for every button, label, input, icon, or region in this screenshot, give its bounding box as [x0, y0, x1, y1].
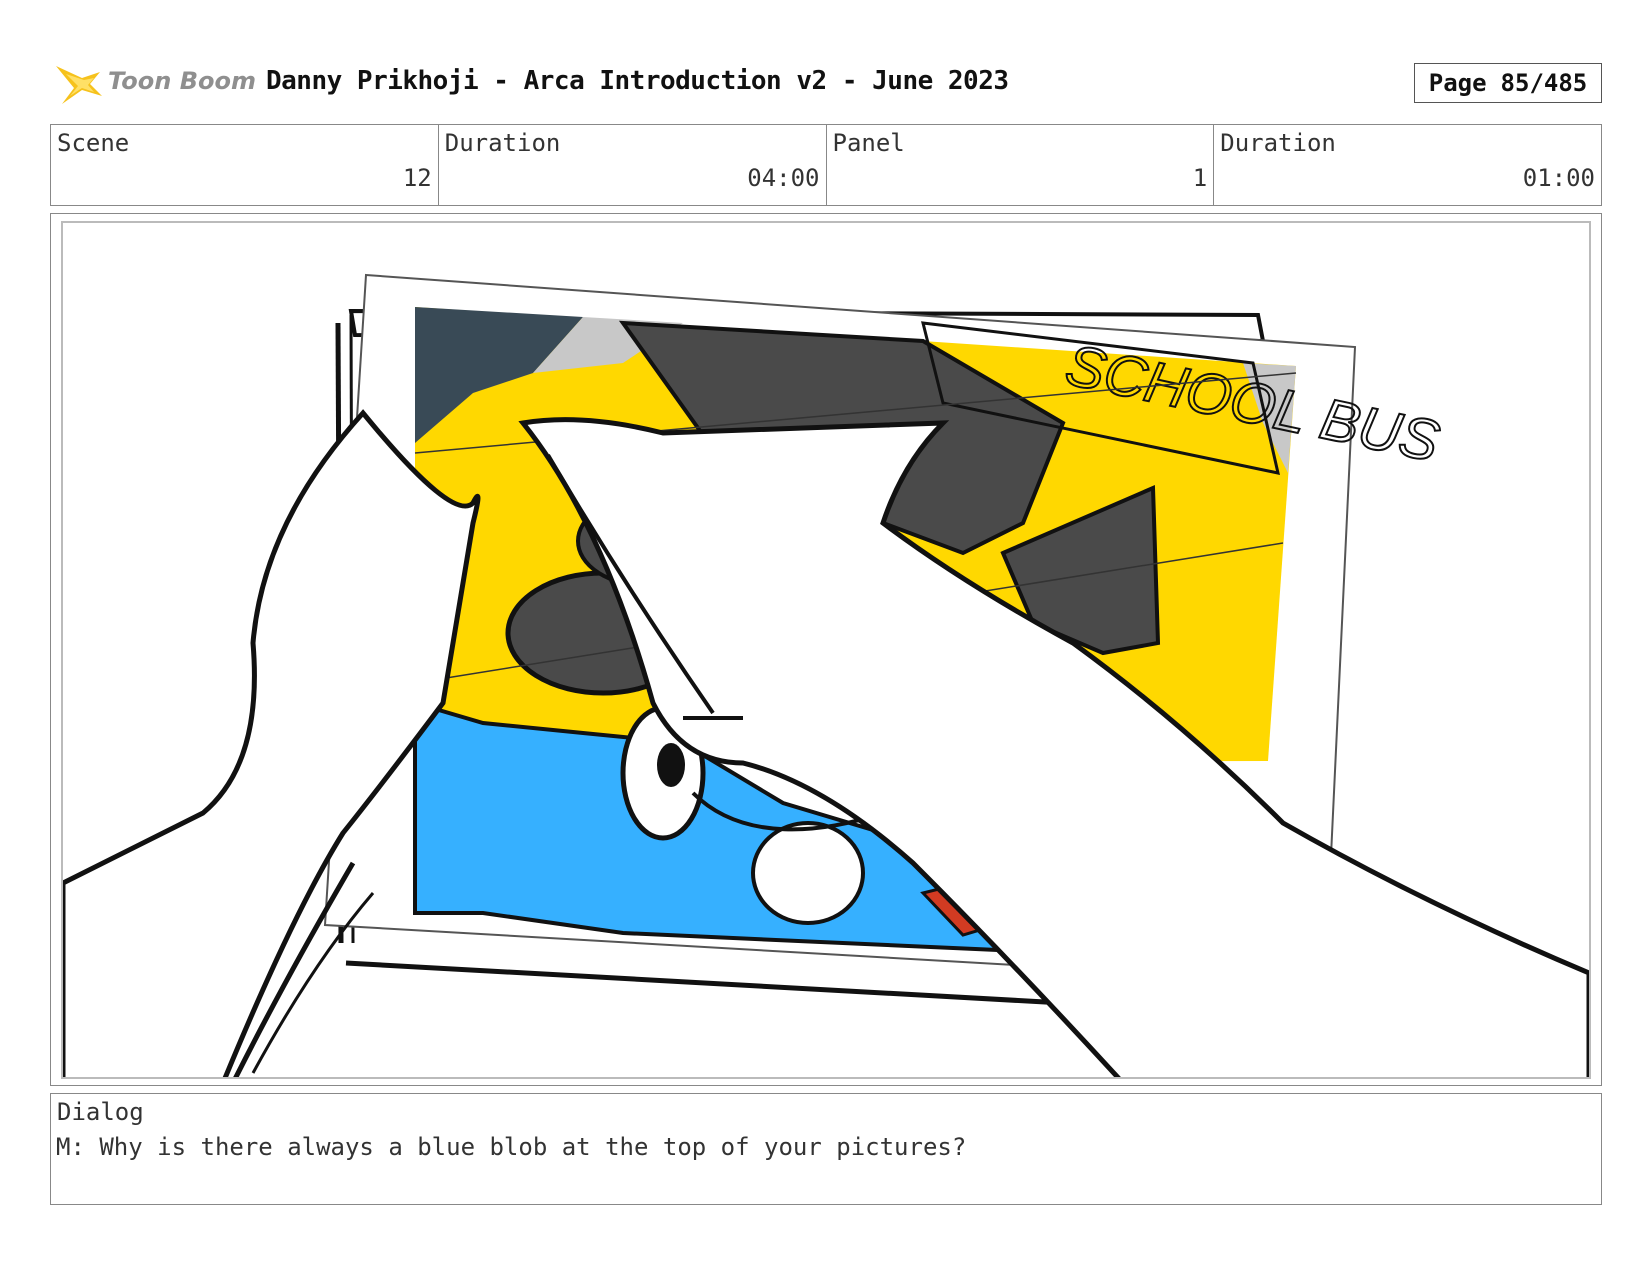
- page-number: 85/485: [1500, 69, 1588, 97]
- scene-duration-cell: Duration 04:00: [439, 125, 827, 205]
- dialog-text: M: Why is there always a blue blob at th…: [56, 1133, 967, 1161]
- scene-duration-value: 04:00: [747, 164, 820, 192]
- toon-boom-logo: Toon Boom: [52, 58, 256, 110]
- scene-cell: Scene 12: [51, 125, 439, 205]
- page-header: Toon Boom Danny Prikhoji - Arca Introduc…: [50, 58, 1602, 110]
- page-label: Page: [1428, 69, 1487, 97]
- logo-text: Toon Boom: [108, 67, 256, 95]
- sketch-illustration: SCHOOL BUS: [63, 273, 1589, 1077]
- panel-duration-cell: Duration 01:00: [1214, 125, 1601, 205]
- panel-duration-label: Duration: [1220, 129, 1336, 157]
- dialog-box: Dialog M: Why is there always a blue blo…: [50, 1093, 1602, 1205]
- panel-value: 1: [1192, 164, 1208, 192]
- scene-label: Scene: [57, 129, 130, 157]
- page-indicator: Page 85/485: [1414, 63, 1602, 103]
- panel-duration-value: 01:00: [1522, 164, 1595, 192]
- storyboard-title: Danny Prikhoji - Arca Introduction v2 - …: [266, 66, 1009, 96]
- scene-value: 12: [402, 164, 432, 192]
- dialog-label: Dialog: [57, 1098, 144, 1126]
- starburst-icon: [56, 66, 102, 104]
- panel-label: Panel: [832, 129, 905, 157]
- storyboard-panel: SCHOOL BUS: [50, 213, 1602, 1086]
- scene-info-row: Scene 12 Duration 04:00 Panel 1 Duration…: [50, 124, 1602, 206]
- panel-artwork: SCHOOL BUS: [61, 221, 1591, 1079]
- scene-duration-label: Duration: [444, 129, 561, 157]
- panel-cell: Panel 1: [827, 125, 1215, 205]
